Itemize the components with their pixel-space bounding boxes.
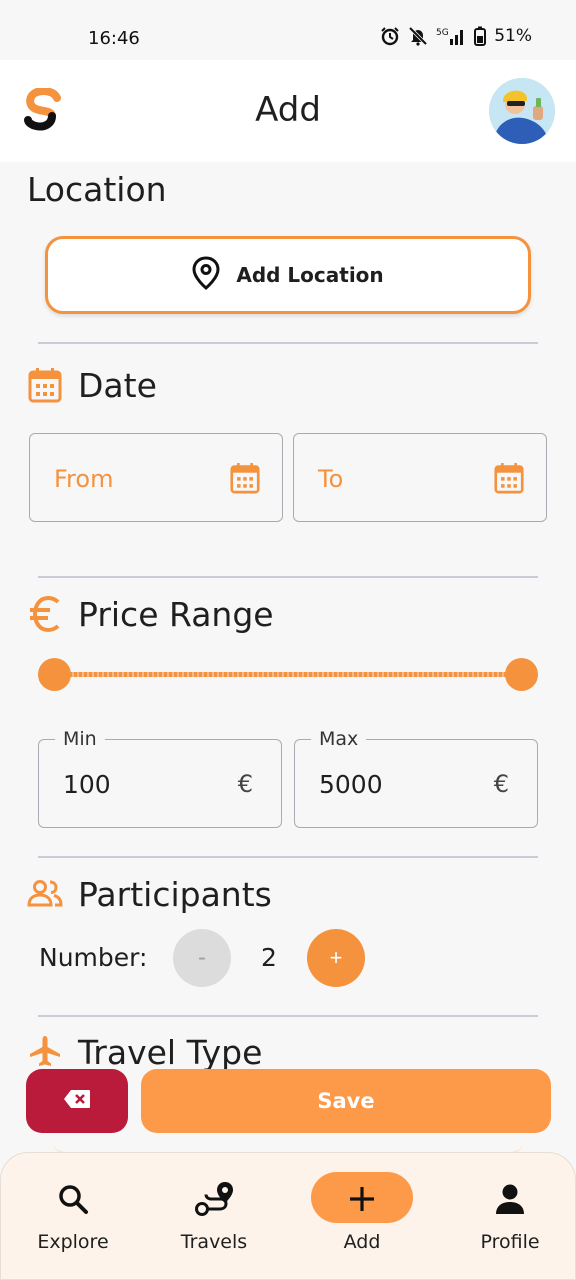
nav-item-profile[interactable]: Profile xyxy=(438,1153,576,1280)
price-slider-max-handle[interactable] xyxy=(505,658,538,691)
increment-button[interactable]: + xyxy=(307,929,365,987)
date-to-field[interactable]: To xyxy=(293,433,547,522)
add-location-button[interactable]: Add Location xyxy=(45,236,531,314)
calendar-icon[interactable] xyxy=(494,462,524,499)
participants-title: Participants xyxy=(78,875,272,914)
currency-suffix: € xyxy=(237,770,253,798)
nav-item-add[interactable]: Add xyxy=(290,1153,434,1280)
date-title: Date xyxy=(78,366,157,405)
divider xyxy=(38,576,538,578)
avatar[interactable] xyxy=(489,78,555,144)
divider xyxy=(38,856,538,858)
alarm-icon xyxy=(380,26,400,46)
signal-icon: 5G xyxy=(436,26,466,46)
location-pin-icon xyxy=(192,255,220,295)
price-min-label: Min xyxy=(55,728,105,750)
plus-icon: + xyxy=(329,945,343,970)
divider xyxy=(38,342,538,344)
price-min-value[interactable]: 100 xyxy=(63,770,111,799)
nav-label-travels: Travels xyxy=(180,1231,248,1253)
euro-icon xyxy=(28,595,62,638)
delete-button[interactable] xyxy=(26,1069,128,1133)
bottom-nav: Explore Travels Add Profile xyxy=(0,1152,576,1280)
add-location-label: Add Location xyxy=(236,263,384,287)
app-bar: Add xyxy=(0,60,576,162)
nav-label-profile: Profile xyxy=(480,1231,540,1253)
nav-item-explore[interactable]: Explore xyxy=(1,1153,145,1280)
battery-percent: 51% xyxy=(494,26,532,46)
people-icon xyxy=(27,879,63,912)
nav-label-explore: Explore xyxy=(37,1231,109,1253)
status-bar: 16:46 5G 51% xyxy=(0,0,576,60)
calendar-icon[interactable] xyxy=(230,462,260,499)
travel-type-title: Travel Type xyxy=(78,1033,263,1072)
price-max-label: Max xyxy=(311,728,367,750)
minus-icon: - xyxy=(198,944,206,971)
save-button[interactable]: Save xyxy=(141,1069,551,1133)
airplane-icon xyxy=(28,1034,62,1073)
date-from-field[interactable]: From xyxy=(29,433,283,522)
route-icon xyxy=(192,1177,236,1221)
price-slider-track[interactable] xyxy=(54,672,522,677)
battery-icon xyxy=(474,26,487,46)
date-from-label: From xyxy=(54,465,114,493)
decrement-button[interactable]: - xyxy=(173,929,231,987)
mute-icon xyxy=(408,26,428,46)
plus-icon xyxy=(340,1177,384,1221)
person-icon xyxy=(488,1177,532,1221)
status-icons: 5G 51% xyxy=(380,26,532,46)
nav-label-add: Add xyxy=(343,1231,381,1253)
location-title: Location xyxy=(27,170,167,209)
divider xyxy=(38,1015,538,1017)
search-icon xyxy=(51,1177,95,1221)
currency-suffix: € xyxy=(493,770,509,798)
price-max-value[interactable]: 5000 xyxy=(319,770,383,799)
participants-number-label: Number: xyxy=(39,943,148,972)
status-time: 16:46 xyxy=(88,28,140,49)
price-range-title: Price Range xyxy=(78,595,274,634)
price-max-field[interactable]: Max 5000 € xyxy=(294,728,538,828)
date-to-label: To xyxy=(318,465,344,493)
network-text: 5G xyxy=(436,28,449,38)
participants-value: 2 xyxy=(261,943,277,972)
nav-item-travels[interactable]: Travels xyxy=(142,1153,286,1280)
backspace-icon xyxy=(63,1089,91,1114)
price-slider-min-handle[interactable] xyxy=(38,658,71,691)
price-min-field[interactable]: Min 100 € xyxy=(38,728,282,828)
calendar-icon xyxy=(28,367,62,408)
